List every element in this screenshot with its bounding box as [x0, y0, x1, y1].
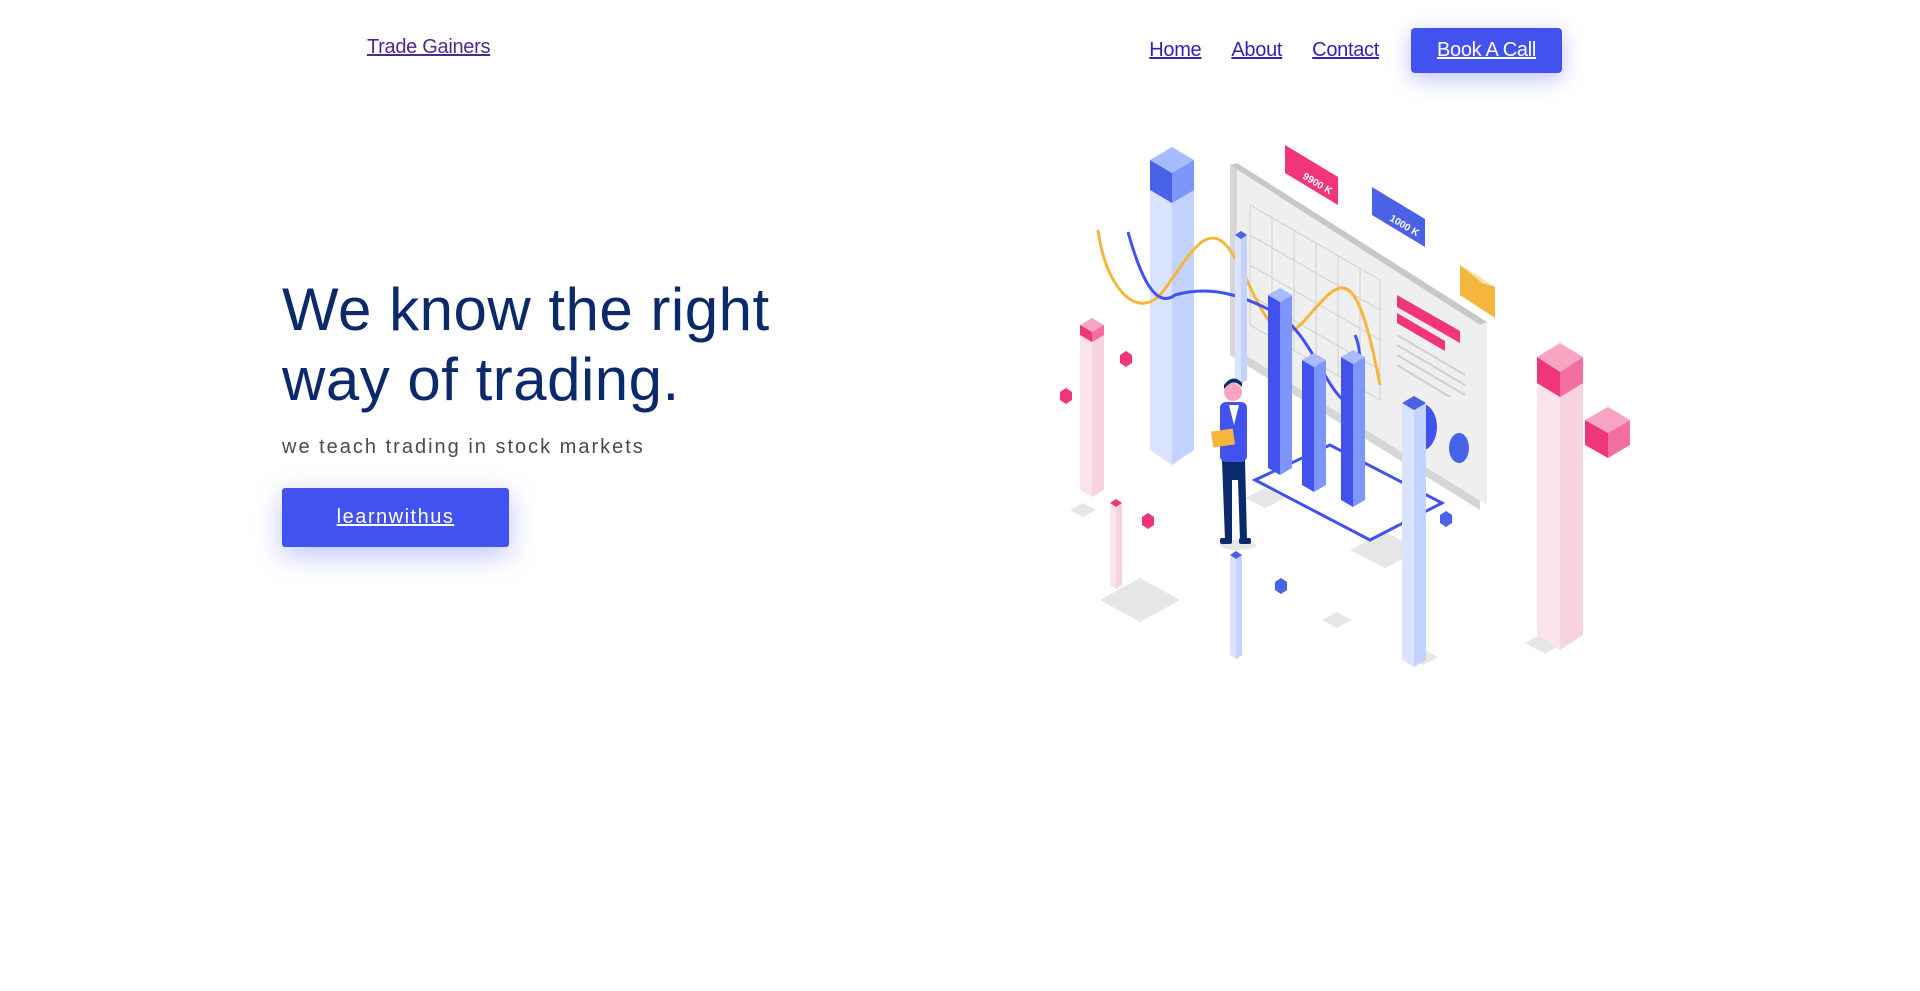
- likes-badge: 9900 K: [1285, 145, 1338, 205]
- main-nav: Home About Contact Book A Call: [1149, 28, 1562, 73]
- trading-dashboard-illustration: 9900 K 1000 K: [1060, 145, 1630, 667]
- brand-link[interactable]: Trade Gainers: [367, 36, 491, 59]
- blue-pillar-thin: [1230, 551, 1242, 659]
- person-figure: [1210, 378, 1256, 550]
- blue-pillar-left: [1150, 147, 1194, 465]
- hero-subtitle: we teach trading in stock markets: [282, 436, 645, 458]
- nav-home-link[interactable]: Home: [1149, 39, 1201, 62]
- pink-pillar-left: [1080, 318, 1104, 497]
- floor-shadows: [1070, 488, 1565, 665]
- nav-contact-link[interactable]: Contact: [1312, 39, 1379, 62]
- users-badge: 1000 K: [1372, 187, 1425, 247]
- pink-cube: [1585, 407, 1630, 458]
- page: Trade Gainers Home About Contact Book A …: [0, 0, 1920, 991]
- hero-title: We know the right way of trading.: [282, 276, 770, 413]
- pink-pillar-small: [1110, 499, 1122, 589]
- blue-pillar-right: [1402, 396, 1426, 667]
- book-a-call-button[interactable]: Book A Call: [1411, 28, 1562, 73]
- pink-pillar-right: [1537, 343, 1583, 650]
- learn-with-us-button[interactable]: learnwithus: [282, 488, 509, 547]
- nav-about-link[interactable]: About: [1231, 39, 1282, 62]
- blue-pillar-small: [1235, 231, 1247, 384]
